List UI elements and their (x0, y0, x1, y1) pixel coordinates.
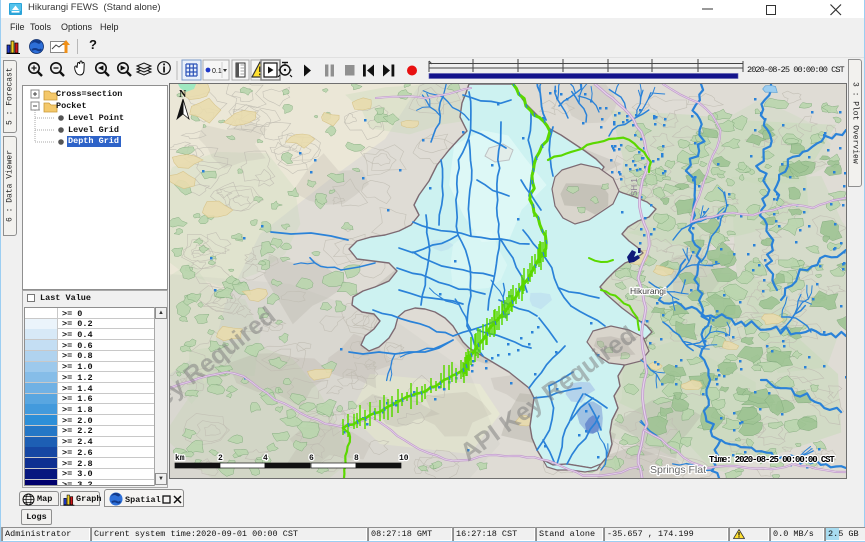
svg-text:2: 2 (218, 454, 223, 463)
svg-text:Time: 2020-08-25 00:00:00 CST: Time: 2020-08-25 00:00:00 CST (709, 455, 835, 465)
svg-text:4: 4 (263, 454, 268, 463)
svg-text:km: km (175, 454, 185, 463)
svg-text:8: 8 (354, 454, 359, 463)
svg-text:0.1: 0.1 (212, 68, 222, 75)
svg-text:10: 10 (399, 454, 409, 463)
svg-text:Hikurangi: Hikurangi (630, 286, 666, 296)
svg-text:6: 6 (309, 454, 314, 463)
svg-text:SH 1: SH 1 (630, 178, 639, 196)
svg-text:N: N (179, 89, 187, 100)
svg-text:Springs Flat: Springs Flat (650, 464, 706, 476)
